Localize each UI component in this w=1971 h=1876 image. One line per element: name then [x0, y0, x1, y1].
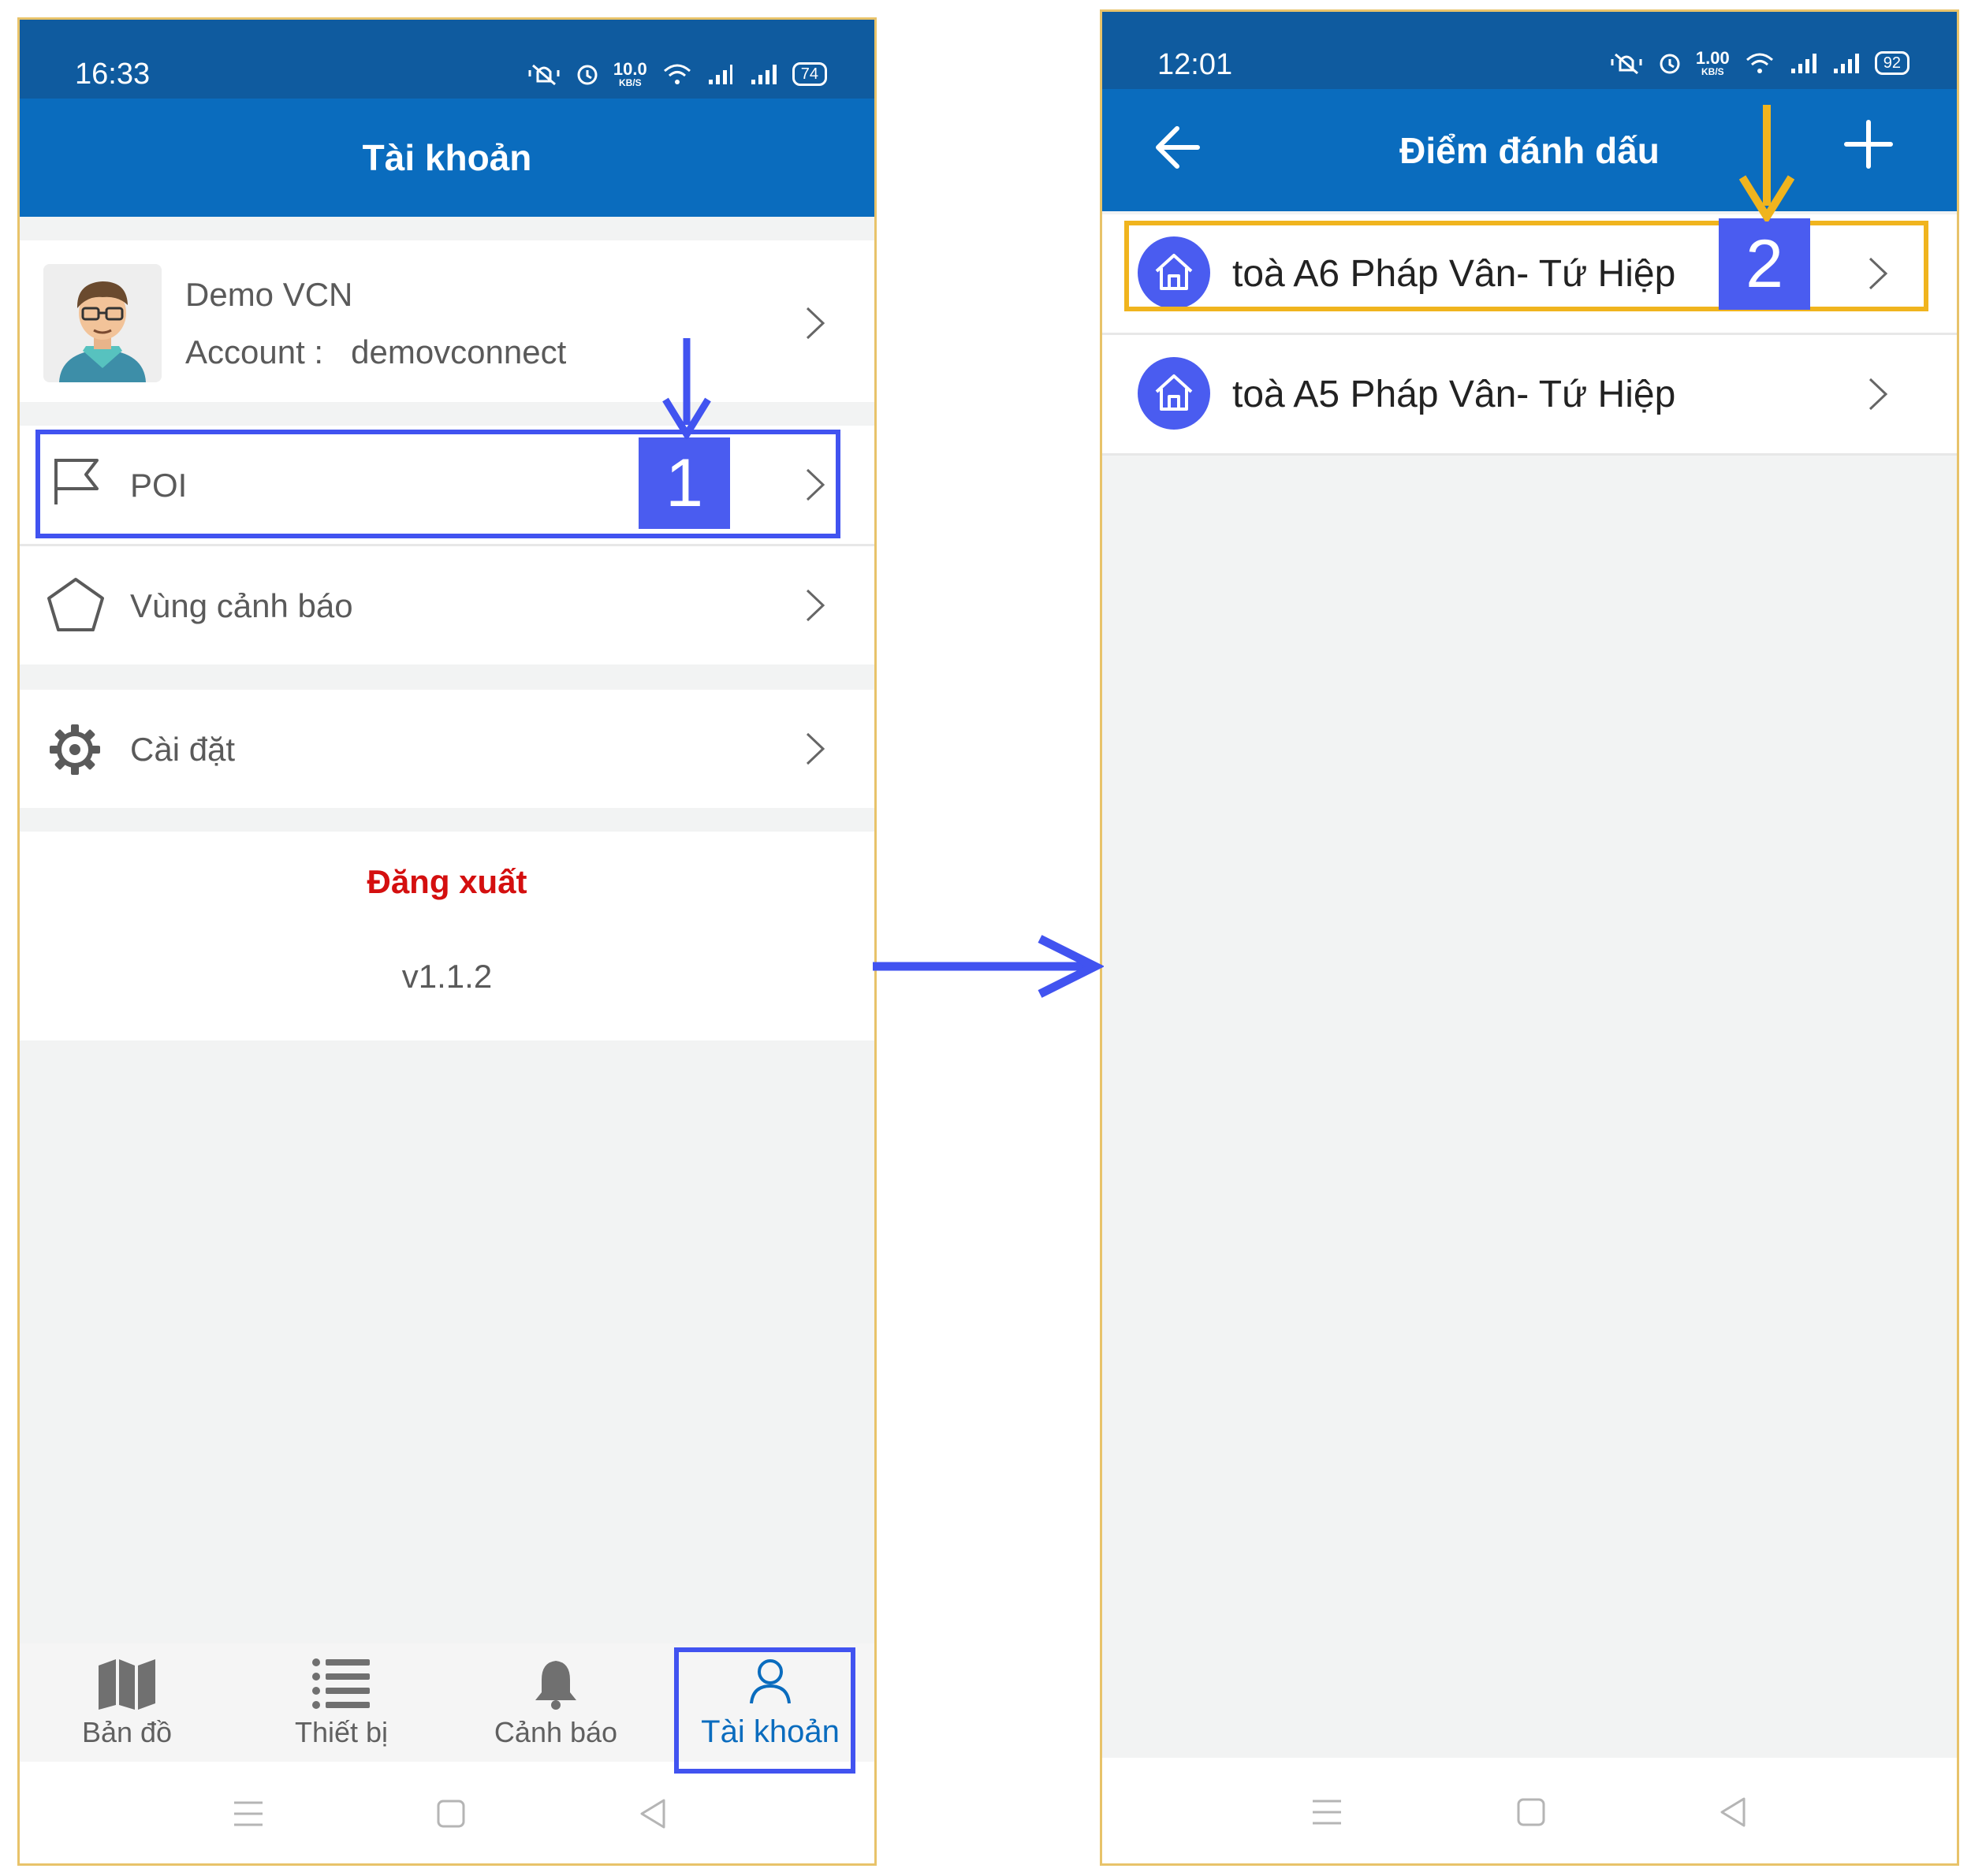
- list-icon: [312, 1658, 370, 1709]
- arrow-right-icon: [873, 935, 1104, 998]
- profile-account: Account : demovconnect: [185, 333, 566, 371]
- map-icon: [99, 1659, 155, 1710]
- back-button-icon[interactable]: [1719, 1796, 1747, 1829]
- signal-icon: [1833, 54, 1859, 73]
- chevron-right-icon: [806, 589, 825, 622]
- home-button-icon[interactable]: [1516, 1797, 1546, 1827]
- chevron-right-icon: [806, 732, 825, 765]
- menu-icon[interactable]: [233, 1800, 264, 1828]
- app-bar: Tài khoản: [20, 99, 874, 217]
- alarm-icon: [1660, 54, 1680, 74]
- network-speed: 10.0 KB/S: [613, 59, 647, 88]
- poi-list-item[interactable]: toà A5 Pháp Vân- Tứ Hiệp: [1102, 335, 1957, 453]
- page-title: Điểm đánh dấu: [1399, 129, 1660, 171]
- status-bar: 12:01 1.00 KB/S 92: [1102, 12, 1957, 89]
- home-button-icon[interactable]: [436, 1799, 466, 1829]
- status-bar: 16:33 10.0 KB/S 74: [20, 20, 874, 99]
- system-navigation-bar: [1102, 1758, 1957, 1863]
- signal-icon: [708, 65, 732, 84]
- poi-item-label: toà A5 Pháp Vân- Tứ Hiệp: [1232, 374, 1676, 415]
- step-badge: 2: [1719, 218, 1810, 310]
- chevron-right-icon: [1869, 378, 1888, 411]
- signal-icon: [1790, 54, 1816, 73]
- bell-icon: [535, 1661, 576, 1710]
- menu-item-alert-zone[interactable]: Vùng cảnh báo: [20, 546, 874, 664]
- account-tab-highlight-box: [674, 1647, 855, 1774]
- mute-icon: [1611, 53, 1642, 75]
- app-version: v1.1.2: [401, 958, 493, 995]
- back-arrow-icon[interactable]: [1153, 124, 1201, 171]
- chevron-right-icon: [806, 307, 825, 340]
- pentagon-icon: [47, 578, 104, 631]
- signal-icon: [751, 65, 777, 84]
- step-badge: 1: [639, 437, 730, 529]
- battery-indicator: 74: [792, 62, 827, 86]
- alarm-icon: [577, 65, 598, 85]
- account-value: demovconnect: [351, 333, 567, 370]
- back-button-icon[interactable]: [639, 1797, 667, 1830]
- tab-map[interactable]: Bản đồ: [20, 1643, 234, 1762]
- profile-card[interactable]: Demo VCN Account : demovconnect: [20, 240, 874, 402]
- tab-label: Thiết bị: [294, 1716, 389, 1748]
- profile-name: Demo VCN: [185, 276, 353, 313]
- account-label: Account :: [185, 333, 324, 370]
- home-icon: [1138, 357, 1210, 430]
- menu-item-label: Cài đặt: [130, 731, 236, 768]
- battery-indicator: 92: [1874, 51, 1910, 75]
- account-screen: 16:33 10.0 KB/S 74 Tài khoản Demo VCN Ac…: [17, 17, 877, 1866]
- avatar: [43, 264, 162, 382]
- divider: [1102, 453, 1957, 456]
- tab-alerts[interactable]: Cảnh báo: [449, 1643, 663, 1762]
- gear-icon: [50, 724, 100, 775]
- mute-icon: [528, 64, 560, 86]
- system-navigation-bar: [20, 1762, 874, 1863]
- tab-devices[interactable]: Thiết bị: [234, 1643, 449, 1762]
- logout-card: Đăng xuất v1.1.2: [20, 832, 874, 1040]
- poi-list-screen: 12:01 1.00 KB/S 92 Điểm đánh dấu toà A6 P…: [1100, 9, 1959, 1866]
- wifi-icon: [1746, 53, 1773, 73]
- network-speed: 1.00 KB/S: [1695, 48, 1730, 77]
- menu-icon[interactable]: [1311, 1798, 1343, 1826]
- wifi-icon: [663, 64, 691, 84]
- status-time: 16:33: [75, 58, 151, 91]
- status-icons: 1.00 KB/S 92: [1609, 50, 1910, 76]
- status-icons: 10.0 KB/S 74: [527, 61, 827, 87]
- tab-label: Bản đồ: [81, 1716, 173, 1748]
- add-icon[interactable]: [1843, 119, 1894, 169]
- menu-item-settings[interactable]: Cài đặt: [20, 690, 874, 808]
- status-time: 12:01: [1157, 48, 1233, 81]
- arrow-down-icon: [662, 338, 711, 439]
- logout-button[interactable]: Đăng xuất: [20, 863, 874, 901]
- app-bar: Điểm đánh dấu: [1102, 89, 1957, 211]
- page-title: Tài khoản: [362, 137, 532, 178]
- menu-item-label: Vùng cảnh báo: [130, 587, 353, 624]
- tab-label: Cảnh báo: [494, 1716, 618, 1748]
- arrow-down-icon: [1739, 105, 1794, 221]
